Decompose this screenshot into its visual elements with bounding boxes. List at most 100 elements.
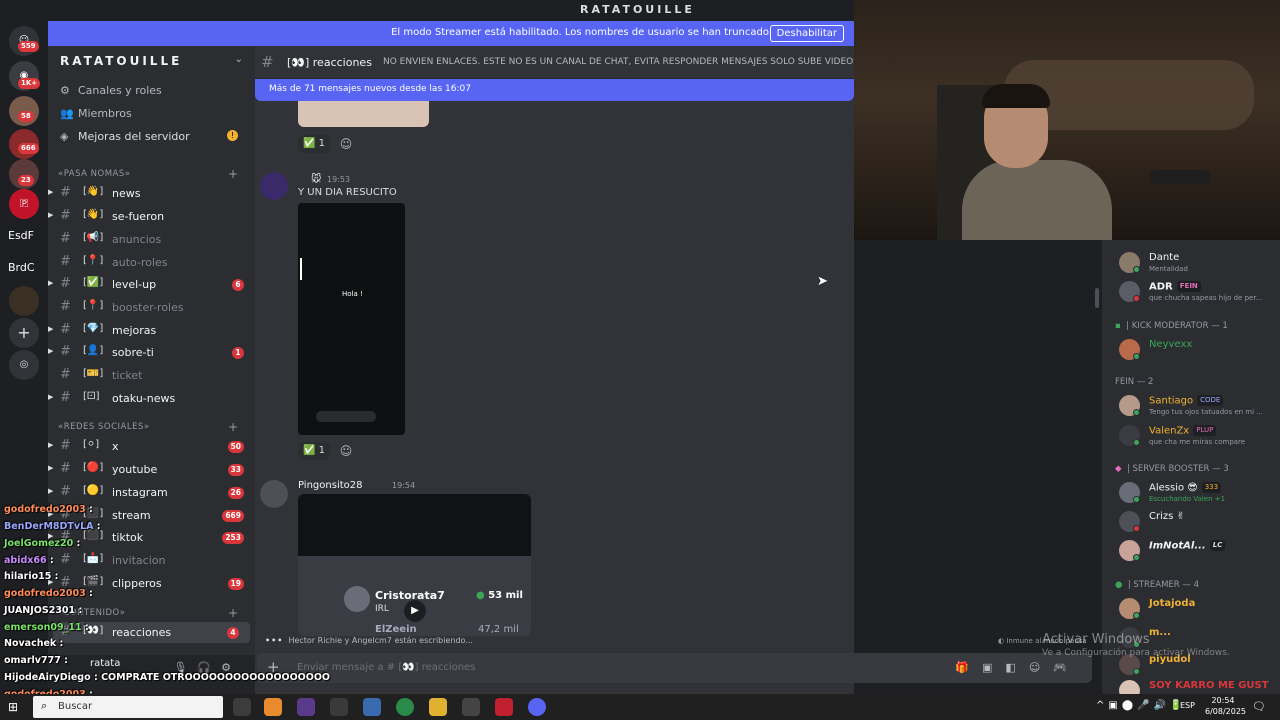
hash-icon: # [60, 208, 71, 223]
channel-instagram[interactable]: ▶ # [🟡] instagram 26 [48, 482, 255, 503]
reaction-check[interactable]: ✅ 1 [298, 442, 331, 460]
server-label[interactable]: EsdF [8, 229, 34, 242]
unread-indicator: ▶ [48, 347, 54, 355]
clock[interactable]: 20:54 6/08/2025 [1205, 695, 1246, 717]
nav-server-boosts[interactable]: ◈ Mejoras del servidor! [60, 130, 238, 143]
taskbar-app-icon[interactable] [495, 698, 513, 716]
video-card-views: ● 53 mil [476, 590, 523, 601]
channel-auto-roles[interactable]: # [📍] auto-roles [48, 252, 255, 273]
server-icon[interactable] [9, 286, 39, 316]
server-icon[interactable]: 🇵 [9, 189, 39, 219]
nav-members[interactable]: 👥 Miembros [60, 107, 132, 120]
taskbar-app-icon[interactable] [297, 698, 315, 716]
chrome-icon[interactable] [396, 698, 414, 716]
channel-mejoras[interactable]: ▶ # [💎] mejoras [48, 320, 255, 341]
system-tray[interactable]: ^▣⬤🎤🔊🔋 [1096, 700, 1186, 711]
taskbar-app-icon[interactable] [233, 698, 251, 716]
channel-ticket[interactable]: # [🎫] ticket [48, 365, 255, 386]
message-image[interactable] [298, 101, 429, 127]
channel-booster-roles[interactable]: # [📍] booster-roles [48, 297, 255, 318]
mention-badge: 1 [232, 347, 244, 359]
category-pasa-nomas[interactable]: «PASA NOMAS» + [58, 167, 238, 181]
user-name[interactable]: ratata [90, 658, 120, 669]
new-messages-bar[interactable]: Más de 71 mensajes nuevos desde las 16:0… [255, 79, 854, 101]
role-section: ▪ | KICK MODERATOR — 1 [1115, 321, 1228, 331]
channel-topic[interactable]: NO ENVIEN ENLACES. ESTE NO ES UN CANAL D… [383, 57, 859, 67]
channel-x[interactable]: ▶ # [⚪] x 50 [48, 436, 255, 457]
twitch-chat-line: JoelGomez20 : [4, 538, 81, 549]
hash-icon: # [60, 185, 71, 200]
add-reaction-icon[interactable]: ☺ [337, 442, 355, 460]
server-label[interactable]: BrdC [8, 261, 35, 274]
channel-anuncios[interactable]: # [📢] anuncios [48, 229, 255, 250]
hash-icon: # [261, 53, 274, 71]
author-avatar[interactable] [260, 480, 288, 508]
windows-start-icon[interactable]: ⊞ [8, 700, 18, 714]
twitch-chat-line: JUANJOS2301 : [4, 605, 83, 616]
rail-badge: 666 [18, 143, 39, 154]
taskbar-app-icon[interactable] [330, 698, 348, 716]
add-server-icon[interactable]: + [9, 318, 39, 348]
chevron-down-icon[interactable]: ⌄ [235, 54, 243, 65]
message-attachment-image[interactable]: Hola ! [298, 203, 405, 435]
taskbar-app-icon[interactable] [363, 698, 381, 716]
author-avatar[interactable] [260, 172, 288, 200]
window-title: RATATOUILLE [580, 3, 695, 16]
add-reaction-icon[interactable]: ☺ [337, 135, 355, 153]
add-channel-icon[interactable]: + [228, 606, 239, 620]
language-indicator[interactable]: ESP [1180, 701, 1195, 710]
banner-text: El modo Streamer está habilitado. Los no… [391, 27, 772, 38]
video-attachment[interactable]: Cristorata7 IRL ● 53 mil ElZeein 47,2 mi… [298, 494, 531, 636]
folder-icon[interactable] [429, 698, 447, 716]
channel-name: stream [112, 509, 151, 522]
message-time: 19:53 [327, 175, 351, 184]
category-redes-sociales[interactable]: «REDES SOCIALES» + [58, 420, 238, 434]
taskbar-app-icon[interactable] [264, 698, 282, 716]
composer-tools[interactable]: 🎁▣◧☺🎮 [955, 661, 1080, 674]
video-card-name-2: ElZeein [375, 624, 417, 635]
channel-name: x [112, 440, 119, 453]
channel-name: mejoras [112, 324, 157, 337]
mention-badge: 19 [227, 578, 244, 590]
nav-channels-roles[interactable]: ⚙ Canales y roles [60, 84, 162, 97]
message-author[interactable]: Pingonsito28 [298, 480, 362, 491]
channel-otaku-news[interactable]: ▶ # [⚀] otaku-news [48, 388, 255, 409]
scrollbar[interactable] [1095, 288, 1099, 308]
channel-level-up[interactable]: ▶ # [✅] level-up 6 [48, 274, 255, 295]
role-section: FEIN — 2 [1115, 377, 1154, 387]
channel-youtube[interactable]: ▶ # [🔴] youtube 33 [48, 459, 255, 480]
twitch-chat-line: hilario15 : [4, 571, 59, 582]
channel-name: news [112, 187, 141, 200]
hash-icon: # [60, 276, 71, 291]
activate-windows-title: Activar Windows [1042, 632, 1150, 647]
discord-icon[interactable] [528, 698, 546, 716]
channel-sobre-ti[interactable]: ▶ # [👤] sobre-ti 1 [48, 342, 255, 363]
hash-icon: # [60, 484, 71, 499]
disable-streamer-button[interactable]: Deshabilitar [769, 25, 844, 42]
unread-indicator: ▶ [48, 393, 54, 401]
notification-icon[interactable]: 🗨 [1252, 700, 1266, 713]
channel-emoji-icon: [🟡] [83, 485, 104, 496]
channel-name: invitacion [112, 554, 166, 567]
rail-badge: 23 [18, 175, 34, 186]
channel-se-fueron[interactable]: ▶ # [👋] se-fueron [48, 206, 255, 227]
channel-name: youtube [112, 463, 158, 476]
channel-news[interactable]: ▶ # [👋] news [48, 183, 255, 204]
channel-name: reacciones [112, 626, 172, 639]
twitch-chat-line: omarlv777 : [4, 655, 68, 666]
add-channel-icon[interactable]: + [228, 420, 239, 434]
hash-icon: # [60, 322, 71, 337]
play-icon[interactable]: ▶ [404, 600, 426, 622]
message-composer[interactable]: + Enviar mensaje a # [👀] reacciones 🎁▣◧☺… [257, 653, 1092, 683]
obs-icon[interactable] [462, 698, 480, 716]
channel-invitacion[interactable]: # [📩] invitacion [48, 550, 255, 571]
server-name[interactable]: RATATOUILLE [60, 54, 182, 68]
discover-icon[interactable]: ◎ [9, 350, 39, 380]
rail-badge: 58 [18, 111, 34, 122]
warning-icon: ! [227, 130, 238, 141]
reaction-check[interactable]: ✅ 1 [298, 135, 331, 153]
channels-icon: ⚙ [60, 84, 70, 97]
add-channel-icon[interactable]: + [228, 167, 239, 181]
taskbar-search[interactable]: ⌕ Buscar [33, 696, 223, 718]
unread-indicator: ▶ [48, 188, 54, 196]
